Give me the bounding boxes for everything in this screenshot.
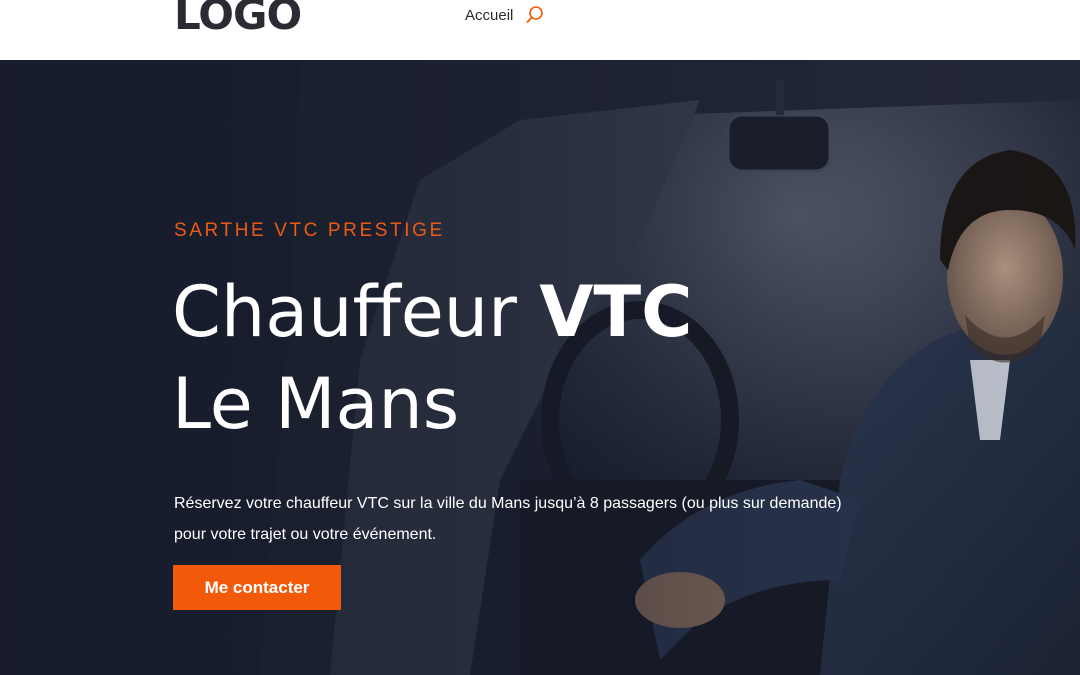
contact-button[interactable]: Me contacter — [173, 565, 341, 610]
site-header: LOGO Accueil — [0, 0, 1080, 60]
hero-description: Réservez votre chauffeur VTC sur la vill… — [174, 495, 842, 543]
hero-title-bold: VTC — [539, 271, 693, 353]
hero-title: Chauffeur VTC Le Mans — [172, 266, 693, 450]
nav-link-accueil[interactable]: Accueil — [465, 7, 513, 24]
hero-title-light: Chauffeur — [172, 271, 540, 353]
hero-section: SARTHE VTC PRESTIGE Chauffeur VTC Le Mans… — [0, 60, 1080, 675]
hero-eyebrow: SARTHE VTC PRESTIGE — [174, 220, 445, 241]
search-icon[interactable] — [525, 5, 545, 25]
main-nav: Accueil — [465, 5, 545, 25]
hero-title-line2: Le Mans — [172, 363, 460, 445]
site-logo[interactable]: LOGO — [174, 0, 302, 36]
